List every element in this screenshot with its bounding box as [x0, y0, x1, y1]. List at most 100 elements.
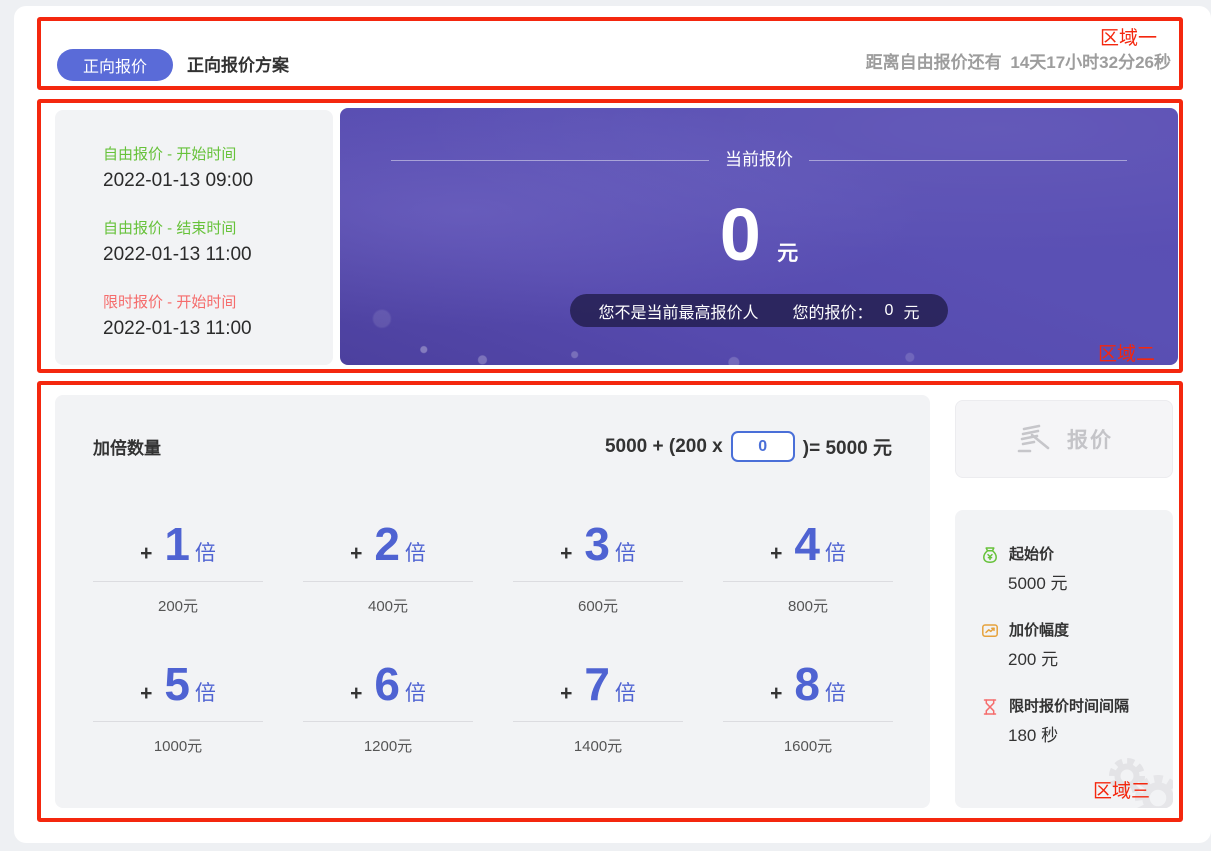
multiplier-heading: 加倍数量	[93, 434, 161, 459]
divider-line	[723, 581, 893, 582]
plus-sign: +	[140, 682, 152, 706]
current-bid-title: 当前报价	[725, 148, 793, 172]
multiplier-suffix: 倍	[195, 537, 216, 567]
schedule-label: 自由报价 - 开始时间	[103, 144, 333, 166]
multiplier-option-4x[interactable]: + 4 倍 800元	[703, 515, 913, 616]
auction-bidding-page: 正向报价 正向报价方案 距离自由报价还有 14天17小时32分26秒 自由报价 …	[0, 0, 1211, 851]
multiplier-option-2x[interactable]: + 2 倍 400元	[283, 515, 493, 616]
schedule-item-free-start: 自由报价 - 开始时间 2022-01-13 09:00	[103, 144, 333, 194]
schedule-label: 自由报价 - 结束时间	[103, 218, 333, 240]
trend-chart-icon	[980, 621, 1000, 641]
amount-number: 0	[720, 193, 763, 276]
info-item-start-price: 起始价 5000 元	[980, 544, 1173, 596]
multiplier-suffix: 倍	[615, 677, 636, 707]
multiplier-option-3x[interactable]: + 3 倍 600元	[493, 515, 703, 616]
info-label: 限时报价时间间隔	[1009, 696, 1129, 718]
info-value: 5000 元	[1008, 572, 1173, 596]
schedule-label: 限时报价 - 开始时间	[103, 292, 333, 314]
multiplier-amount: 600元	[493, 595, 703, 616]
info-item-increment: 加价幅度 200 元	[980, 620, 1173, 672]
multiplier-amount: 400元	[283, 595, 493, 616]
schedule-value: 2022-01-13 11:00	[103, 316, 333, 342]
divider-line	[513, 721, 683, 722]
plus-sign: +	[770, 542, 782, 566]
multiplier-number: 4	[794, 515, 820, 573]
formula-right: )= 5000 元	[803, 433, 892, 460]
multiplier-number: 7	[584, 655, 610, 713]
multiplier-suffix: 倍	[405, 537, 426, 567]
plus-sign: +	[560, 682, 572, 706]
divider-line	[303, 721, 473, 722]
bid-status-text: 您不是当前最高报价人	[599, 299, 759, 323]
your-bid-unit: 元	[903, 299, 919, 323]
multiplier-amount: 1400元	[493, 735, 703, 756]
your-bid-value: 0	[885, 302, 894, 320]
multiplier-number: 3	[584, 515, 610, 573]
schedule-value: 2022-01-13 11:00	[103, 242, 333, 268]
multiplier-panel: 加倍数量 5000 + (200 x )= 5000 元 + 1 倍 200元 …	[55, 395, 930, 808]
multiplier-amount: 1000元	[73, 735, 283, 756]
page-title: 正向报价方案	[187, 54, 289, 78]
gavel-icon	[1015, 422, 1053, 456]
multiplier-suffix: 倍	[195, 677, 216, 707]
multiplier-suffix: 倍	[825, 537, 846, 567]
schedule-item-timed-start: 限时报价 - 开始时间 2022-01-13 11:00	[103, 292, 333, 342]
schedule-item-free-end: 自由报价 - 结束时间 2022-01-13 11:00	[103, 218, 333, 268]
countdown-value: 14天17小时32分26秒	[1010, 53, 1171, 72]
current-bid-amount: 0 元	[340, 198, 1178, 272]
multiplier-amount: 1600元	[703, 735, 913, 756]
multiplier-header: 加倍数量 5000 + (200 x )= 5000 元	[93, 431, 892, 462]
plus-sign: +	[350, 542, 362, 566]
multiplier-option-7x[interactable]: + 7 倍 1400元	[493, 655, 703, 756]
multiplier-amount: 800元	[703, 595, 913, 616]
gear-icon	[1095, 750, 1173, 808]
divider-line	[809, 160, 1127, 161]
countdown-text: 距离自由报价还有 14天17小时32分26秒	[862, 52, 1171, 74]
submit-bid-button[interactable]: 报价	[955, 400, 1173, 478]
multiplier-number: 8	[794, 655, 820, 713]
multiplier-amount: 1200元	[283, 735, 493, 756]
divider-line	[93, 721, 263, 722]
your-bid-label: 您的报价：	[793, 299, 873, 323]
multiplier-suffix: 倍	[405, 677, 426, 707]
multiplier-suffix: 倍	[825, 677, 846, 707]
bid-formula: 5000 + (200 x )= 5000 元	[605, 431, 892, 462]
divider-line	[391, 160, 709, 161]
multiplier-amount: 200元	[73, 595, 283, 616]
divider-line	[723, 721, 893, 722]
divider-line	[513, 581, 683, 582]
plus-sign: +	[350, 682, 362, 706]
multiplier-option-5x[interactable]: + 5 倍 1000元	[73, 655, 283, 756]
info-label: 加价幅度	[1009, 620, 1069, 642]
divider-line	[93, 581, 263, 582]
multiplier-suffix: 倍	[615, 537, 636, 567]
divider-line	[303, 581, 473, 582]
multiplier-number: 6	[374, 655, 400, 713]
formula-left: 5000 + (200 x	[605, 436, 723, 458]
multiplier-option-6x[interactable]: + 6 倍 1200元	[283, 655, 493, 756]
plus-sign: +	[770, 682, 782, 706]
multiplier-number: 2	[374, 515, 400, 573]
multiplier-option-1x[interactable]: + 1 倍 200元	[73, 515, 283, 616]
plus-sign: +	[560, 542, 572, 566]
amount-unit: 元	[777, 242, 798, 265]
banner-title-row: 当前报价	[340, 148, 1178, 172]
multiplier-number: 1	[164, 515, 190, 573]
submit-bid-label: 报价	[1067, 424, 1113, 454]
info-value: 180 秒	[1008, 724, 1173, 748]
info-item-interval: 限时报价时间间隔 180 秒	[980, 696, 1173, 748]
schedule-panel: 自由报价 - 开始时间 2022-01-13 09:00 自由报价 - 结束时间…	[55, 110, 333, 365]
multiplier-count-input[interactable]	[731, 431, 795, 462]
hourglass-icon	[980, 697, 1000, 717]
bid-direction-badge: 正向报价	[57, 49, 173, 81]
info-value: 200 元	[1008, 648, 1173, 672]
bid-status-pill: 您不是当前最高报价人 您的报价： 0 元	[570, 294, 948, 327]
plus-sign: +	[140, 542, 152, 566]
multiplier-option-8x[interactable]: + 8 倍 1600元	[703, 655, 913, 756]
badge-label: 正向报价	[83, 53, 147, 77]
auction-info-panel: 起始价 5000 元 加价幅度 200 元	[955, 510, 1173, 808]
countdown-prefix: 距离自由报价还有	[866, 53, 1002, 72]
money-bag-icon	[980, 545, 1000, 565]
info-label: 起始价	[1009, 544, 1054, 566]
multiplier-number: 5	[164, 655, 190, 713]
